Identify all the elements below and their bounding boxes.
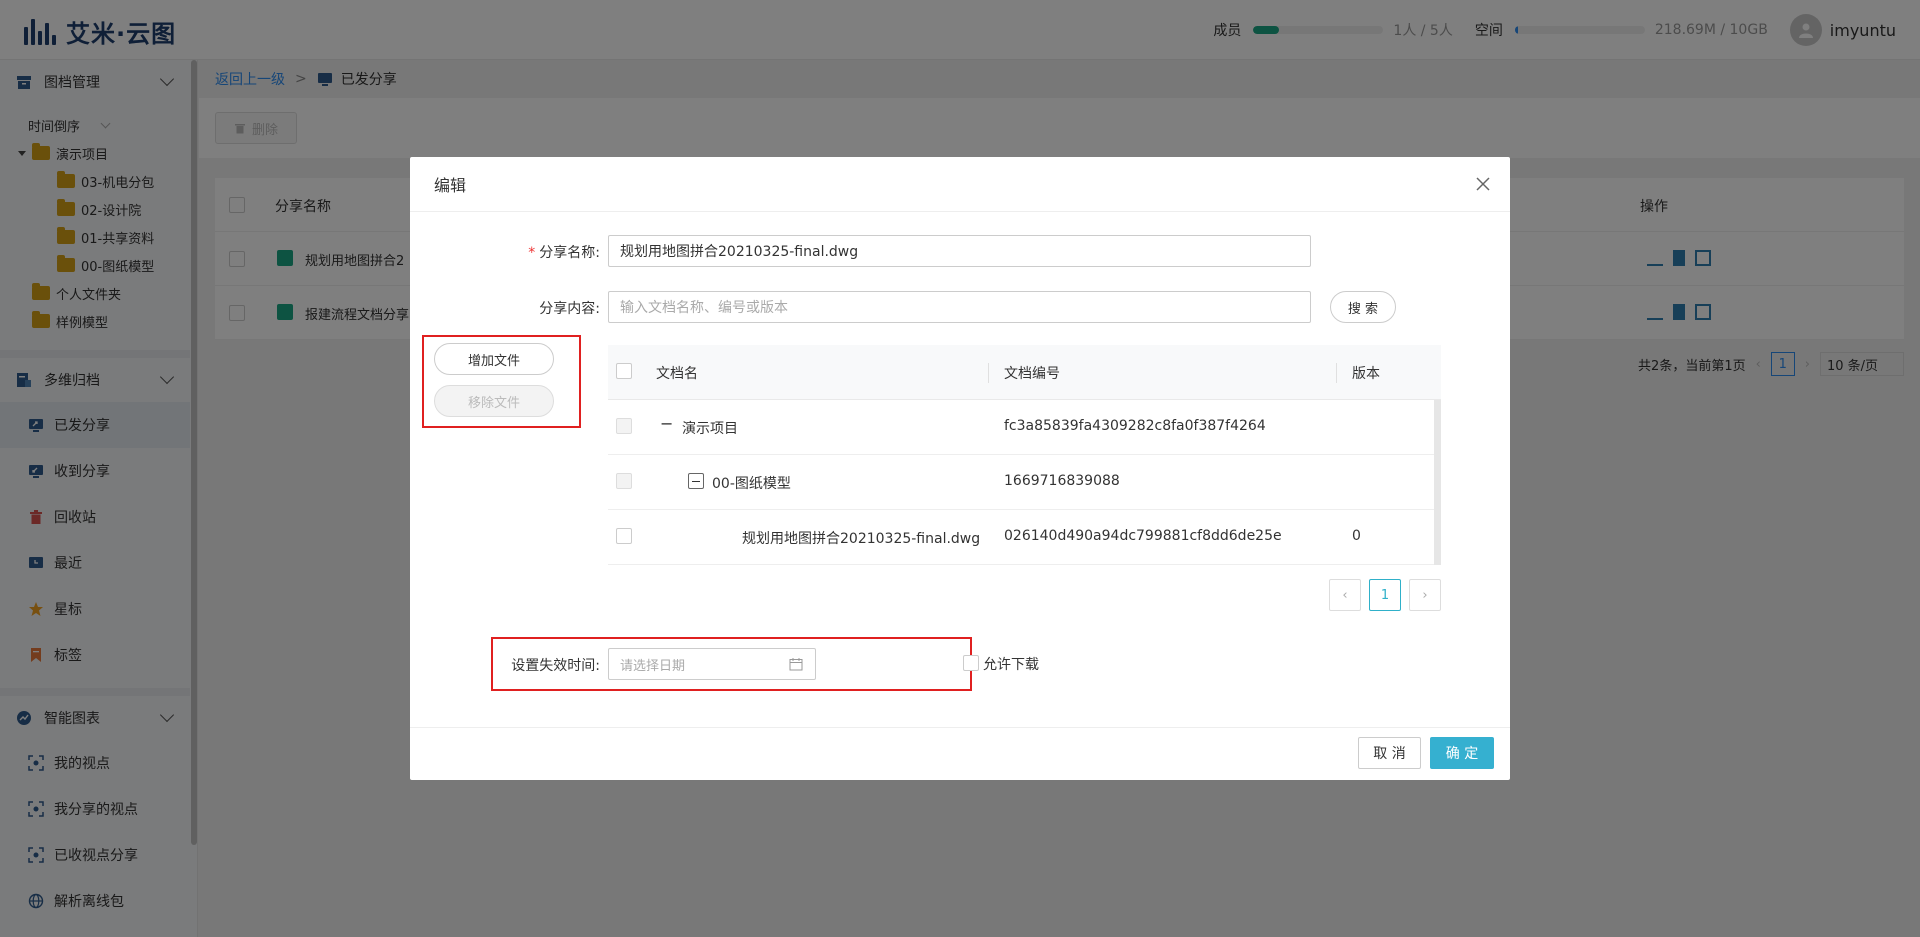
share-name-input[interactable]: 规划用地图拼合20210325-final.dwg	[608, 235, 1311, 267]
calendar-icon	[789, 657, 803, 675]
column-header-doc-name: 文档名	[656, 366, 698, 382]
allow-download-label[interactable]: 允许下载	[983, 654, 1039, 674]
search-input[interactable]: 输入文档名称、编号或版本	[608, 291, 1311, 323]
collapse-icon[interactable]: −	[660, 414, 673, 433]
doc-name: 演示项目	[682, 421, 738, 437]
table-row[interactable]: 00-图纸模型 1669716839088	[608, 455, 1441, 510]
expire-time-label: 设置失效时间:	[511, 658, 600, 674]
doc-code: 026140d490a94dc799881cf8dd6de25e	[1004, 528, 1282, 544]
dialog-footer: 取 消 确 定	[410, 727, 1510, 780]
share-content-label: 分享内容:	[539, 301, 600, 317]
select-all-checkbox[interactable]	[616, 363, 632, 379]
document-table: 文档名 文档编号 版本 − 演示项目 fc3a85839fa4309282c8f…	[608, 345, 1441, 565]
document-table-header: 文档名 文档编号 版本	[608, 345, 1441, 400]
doc-name: 规划用地图拼合20210325-final.dwg	[742, 531, 981, 547]
search-button[interactable]: 搜 索	[1330, 291, 1396, 323]
prev-page-button[interactable]: ‹	[1329, 579, 1361, 611]
dialog-header: 编辑	[410, 157, 1510, 212]
column-divider	[988, 363, 989, 383]
allow-download-checkbox[interactable]	[963, 655, 979, 671]
table-row[interactable]: − 演示项目 fc3a85839fa4309282c8fa0f387f4264	[608, 400, 1441, 455]
column-header-doc-code: 文档编号	[1004, 366, 1060, 382]
doc-code: fc3a85839fa4309282c8fa0f387f4264	[1004, 418, 1266, 434]
doc-version: 0	[1352, 528, 1361, 544]
cancel-button[interactable]: 取 消	[1358, 737, 1421, 769]
document-table-scrollbar[interactable]	[1434, 400, 1441, 565]
dialog-title: 编辑	[434, 176, 467, 195]
collapse-icon[interactable]	[688, 473, 704, 489]
share-name-label: * 分享名称:	[528, 245, 600, 261]
row-checkbox[interactable]	[616, 473, 632, 489]
row-checkbox[interactable]	[616, 528, 632, 544]
doc-name: 00-图纸模型	[712, 476, 791, 492]
column-divider	[1336, 363, 1337, 383]
close-icon[interactable]	[1474, 175, 1492, 193]
date-picker-input[interactable]: 请选择日期	[608, 648, 816, 680]
next-page-button[interactable]: ›	[1409, 579, 1441, 611]
row-checkbox[interactable]	[616, 418, 632, 434]
column-header-version: 版本	[1352, 366, 1380, 382]
edit-share-dialog: 编辑 * 分享名称: 规划用地图拼合20210325-final.dwg 分享内容…	[410, 157, 1510, 780]
table-row[interactable]: 规划用地图拼合20210325-final.dwg 026140d490a94d…	[608, 510, 1441, 565]
remove-file-button[interactable]: 移除文件	[434, 385, 554, 417]
doc-code: 1669716839088	[1004, 473, 1120, 489]
date-placeholder: 请选择日期	[620, 658, 686, 674]
page-number-button[interactable]: 1	[1369, 579, 1401, 611]
add-file-button[interactable]: 增加文件	[434, 343, 554, 375]
confirm-button[interactable]: 确 定	[1430, 737, 1494, 769]
